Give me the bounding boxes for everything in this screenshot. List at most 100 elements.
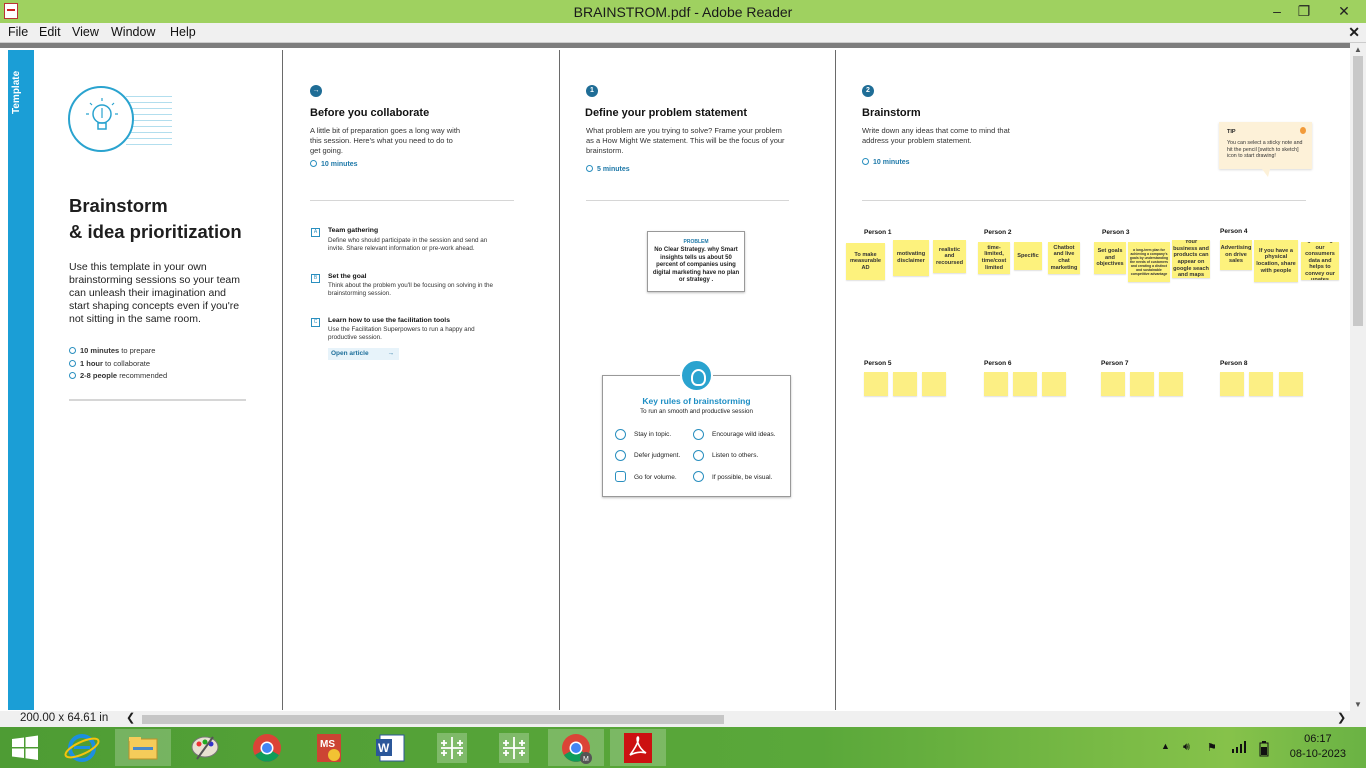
open-article-button[interactable]: Open article → [328, 348, 399, 360]
step-number: 1 [586, 85, 598, 97]
tableau-icon[interactable] [424, 729, 480, 766]
adobe-reader-icon[interactable] [610, 729, 666, 766]
step-number: 2 [862, 85, 874, 97]
task-title: Set the goal [328, 273, 367, 280]
clock-icon [862, 158, 869, 165]
intro-description: Use this template in your own brainstorm… [69, 261, 240, 325]
sticky-note[interactable] [984, 372, 1008, 396]
before-divider [310, 200, 514, 201]
panel-divider [559, 50, 560, 710]
tip-label: TIP [1227, 129, 1236, 135]
close-button[interactable]: ✕ [1324, 0, 1364, 22]
scroll-down-icon[interactable]: ▼ [1354, 700, 1362, 709]
person-label: Person 3 [1102, 229, 1130, 236]
volume-icon[interactable]: 🔊︎ [1183, 741, 1190, 754]
scroll-thumb[interactable] [1353, 56, 1363, 326]
sticky-note[interactable]: a long-term plan for achieving a company… [1128, 242, 1170, 282]
sticky-note[interactable] [864, 372, 888, 396]
sticky-note[interactable]: gathering our consumers data and helps t… [1301, 242, 1339, 280]
internet-explorer-icon[interactable] [54, 729, 110, 766]
word-icon[interactable]: W [362, 729, 418, 766]
sticky-note[interactable] [1042, 372, 1066, 396]
template-tab[interactable]: Template [8, 50, 34, 710]
svg-text:W: W [378, 741, 390, 755]
hourglass-icon [69, 360, 76, 367]
scroll-right-icon[interactable]: ❯ [1337, 711, 1346, 724]
battery-icon[interactable] [1259, 741, 1269, 760]
brainstorm-description: Write down any ideas that come to mind t… [862, 126, 1010, 145]
sticky-note[interactable]: Set goals and objectives [1094, 242, 1126, 274]
sticky-note[interactable] [1249, 372, 1273, 396]
sticky-note[interactable] [922, 372, 946, 396]
show-hidden-icons[interactable]: ▲ [1161, 741, 1170, 751]
sticky-note[interactable]: Your business and products can appear on… [1172, 240, 1210, 278]
tableau-icon[interactable] [486, 729, 542, 766]
intro-divider [69, 399, 246, 401]
tip-tail [1262, 169, 1270, 177]
lightbulb-icon [693, 429, 704, 440]
sticky-note[interactable]: If you have a physical location, share w… [1254, 240, 1298, 282]
clock-icon [586, 165, 593, 172]
ear-icon [693, 450, 704, 461]
scroll-up-icon[interactable]: ▲ [1354, 45, 1362, 54]
lightbulb-icon [68, 86, 134, 152]
person-label: Person 6 [984, 360, 1012, 367]
menu-file[interactable]: File [8, 25, 28, 39]
action-center-flag-icon[interactable]: ⚑ [1207, 741, 1217, 754]
menu-help[interactable]: Help [170, 25, 196, 39]
person-label: Person 8 [1220, 360, 1248, 367]
problem-text: No Clear Strategy. why Smart insights te… [652, 247, 740, 283]
menu-window[interactable]: Window [111, 25, 155, 39]
sticky-note[interactable]: Chatbot and live chat marketing [1048, 242, 1080, 274]
scroll-left-icon[interactable]: ❮ [126, 711, 135, 724]
problem-card[interactable]: PROBLEM No Clear Strategy. why Smart ins… [647, 231, 745, 292]
sticky-note[interactable]: To make measurable AD [846, 243, 885, 280]
brainstorm-title: Brainstorm [862, 107, 921, 119]
sticky-note[interactable] [1159, 372, 1183, 396]
clock-icon [69, 347, 76, 354]
sticky-note[interactable]: Specific [1014, 242, 1042, 270]
menu-view[interactable]: View [72, 25, 99, 39]
file-explorer-icon[interactable] [115, 729, 171, 766]
system-clock[interactable]: 06:17 08-10-2023 [1290, 732, 1346, 762]
ms-project-icon[interactable]: MS [301, 729, 357, 766]
task-c-icon: C [311, 318, 320, 327]
sticky-note[interactable]: Advertising on drive sales [1220, 240, 1252, 270]
sticky-note[interactable] [1101, 372, 1125, 396]
rule-item: Defer judgment. [634, 452, 681, 459]
before-title: Before you collaborate [310, 107, 430, 119]
network-signal-icon[interactable] [1231, 741, 1247, 756]
chrome-profile-icon[interactable]: M [548, 729, 604, 766]
panel-divider [282, 50, 283, 710]
rule-item: Stay in topic. [634, 431, 672, 438]
task-b-icon: B [311, 274, 320, 283]
target-icon [615, 429, 626, 440]
chrome-icon[interactable] [239, 729, 295, 766]
horizontal-scroll-thumb[interactable] [142, 715, 724, 724]
task-title: Learn how to use the facilitation tools [328, 317, 450, 324]
vertical-scrollbar[interactable]: ▲ ▼ [1350, 43, 1366, 711]
person-label: Person 2 [984, 229, 1012, 236]
menu-bar: File Edit View Window Help ✕ [0, 23, 1366, 43]
minimize-button[interactable]: – [1262, 0, 1292, 22]
sticky-note[interactable]: realistic and recoursed [933, 240, 966, 273]
page-size: 200.00 x 64.61 in [20, 712, 109, 724]
start-button[interactable] [0, 729, 50, 766]
head-icon [680, 359, 713, 392]
restore-button[interactable]: ❐ [1289, 0, 1319, 22]
sticky-note[interactable] [1279, 372, 1303, 396]
sticky-note[interactable] [1130, 372, 1154, 396]
taskbar: MS W M ▲ 🔊︎ ⚑ 06:17 08-10-2023 [0, 727, 1366, 768]
sticky-note[interactable] [1220, 372, 1244, 396]
rule-item: Encourage wild ideas. [712, 431, 776, 438]
sticky-note[interactable] [1013, 372, 1037, 396]
tip-note[interactable]: TIP You can select a sticky note and hit… [1219, 122, 1312, 169]
sticky-note[interactable]: time-limited, time/cost limited [978, 242, 1010, 274]
menu-edit[interactable]: Edit [39, 25, 61, 39]
paint-icon[interactable] [177, 729, 233, 766]
sticky-note[interactable] [893, 372, 917, 396]
status-bar: 200.00 x 64.61 in ❮ ❯ [0, 711, 1366, 727]
task-a-icon: A [311, 228, 320, 237]
sticky-note[interactable]: motivating disclaimer [893, 240, 929, 276]
close-document-icon[interactable]: ✕ [1348, 24, 1360, 41]
